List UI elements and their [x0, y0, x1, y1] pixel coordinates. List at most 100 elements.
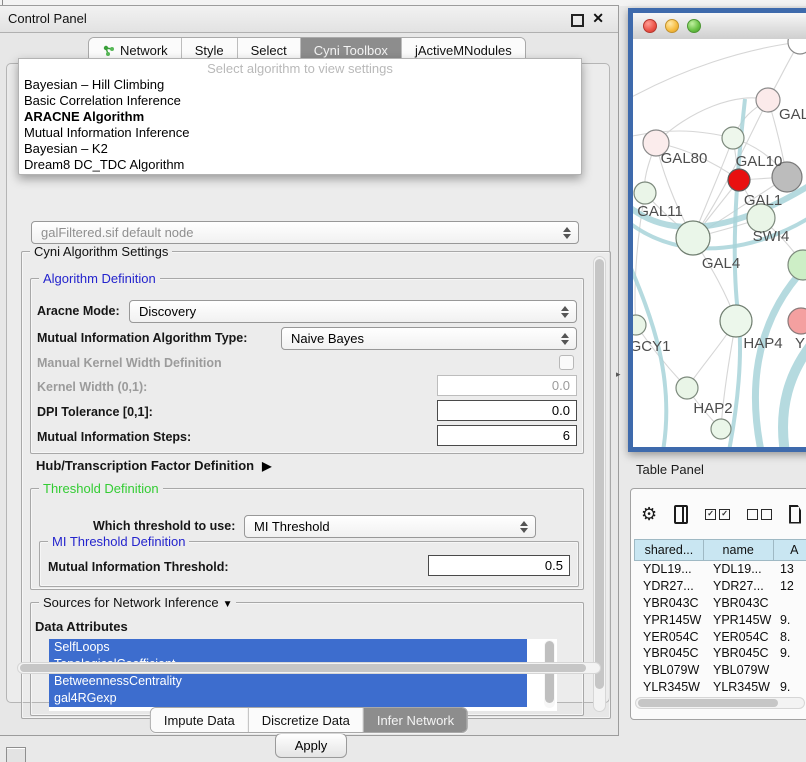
scrollbar-thumb[interactable]: [638, 699, 778, 707]
dropdown-item[interactable]: Bayesian – K2: [19, 141, 581, 157]
checked-pair-icon[interactable]: ✓✓: [705, 509, 730, 520]
dpi-tolerance-label: DPI Tolerance [0,1]:: [37, 405, 153, 419]
dropdown-item[interactable]: Mutual Information Inference: [19, 125, 581, 141]
node-label: HAP2: [693, 400, 732, 417]
mi-threshold-field[interactable]: 0.5: [428, 555, 570, 576]
network-canvas[interactable]: GALGAL80GAL10GAL1GAL11GAL4SWI4GCY1HAP4YH…: [633, 39, 806, 447]
node-label: SWI4: [753, 228, 790, 245]
dropdown-item[interactable]: Bayesian – Hill Climbing: [19, 77, 581, 93]
list-scrollbar[interactable]: [544, 640, 555, 708]
tab-label: Infer Network: [377, 713, 454, 728]
table-panel-window: ⚙ ✓✓ shared...nameA YDL19...YDL19...13YD…: [630, 488, 806, 720]
tab-impute-data[interactable]: Impute Data: [151, 708, 248, 732]
settings-group-title: Cyni Algorithm Settings: [30, 244, 172, 259]
apply-button[interactable]: Apply: [275, 733, 347, 758]
dropdown-item[interactable]: Basic Correlation Inference: [19, 93, 581, 109]
which-threshold-combobox[interactable]: MI Threshold: [244, 515, 536, 538]
file-icon[interactable]: [789, 505, 801, 524]
dropdown-placeholder: Select algorithm to view settings: [19, 59, 581, 77]
float-window-icon[interactable]: [571, 14, 584, 27]
attribute-item[interactable]: BetweennessCentrality: [49, 673, 527, 690]
sources-title-text: Sources for Network Inference: [43, 595, 219, 610]
tab-infer-network[interactable]: Infer Network: [363, 708, 467, 732]
aracne-mode-label: Aracne Mode:: [37, 304, 120, 318]
minimize-traffic-light[interactable]: [665, 19, 679, 33]
tab-label: Discretize Data: [262, 713, 350, 728]
hub-definition-toggle[interactable]: Hub/Transcription Factor Definition▶: [36, 458, 271, 473]
column-header[interactable]: shared...: [634, 539, 704, 561]
attribute-item[interactable]: gal4RGexp: [49, 690, 527, 707]
column-header[interactable]: A: [774, 539, 806, 561]
chevron-right-icon: ▶: [262, 459, 271, 473]
node-label: HAP4: [743, 335, 782, 352]
dropdown-item[interactable]: Dream8 DC_TDC Algorithm: [19, 157, 581, 173]
table-header-row: shared...nameA: [634, 539, 806, 561]
sources-group-title[interactable]: Sources for Network Inference▼: [39, 595, 236, 610]
table-cell: YDL19...: [704, 562, 774, 576]
columns-icon[interactable]: [674, 505, 688, 524]
close-icon[interactable]: ✕: [592, 10, 604, 27]
table-row[interactable]: YLR345WYLR345W9.: [634, 679, 806, 696]
tab-label: Impute Data: [164, 713, 235, 728]
table-cell: 12: [774, 579, 806, 593]
table-row[interactable]: YDL19...YDL19...13: [634, 561, 806, 578]
scrollbar-thumb[interactable]: [20, 664, 586, 672]
table-row[interactable]: YBR045CYBR045C9.: [634, 645, 806, 662]
algorithm-definition-title: Algorithm Definition: [39, 271, 160, 286]
settings-horizontal-scrollbar[interactable]: [17, 662, 601, 674]
node-table: shared...nameA YDL19...YDL19...13YDR27..…: [634, 539, 806, 697]
column-header[interactable]: name: [704, 539, 774, 561]
tab-label: Cyni Toolbox: [314, 43, 388, 58]
node-label: GAL1: [744, 192, 782, 209]
unchecked-pair-icon[interactable]: [747, 509, 772, 520]
manual-kernel-checkbox[interactable]: [559, 355, 574, 370]
gear-icon[interactable]: ⚙: [641, 505, 657, 523]
node-label: GAL10: [736, 153, 783, 170]
chevron-updown-icon: [556, 333, 576, 345]
settings-vertical-scrollbar[interactable]: [593, 256, 606, 712]
attribute-item[interactable]: SelfLoops: [49, 639, 527, 656]
table-row[interactable]: YPR145WYPR145W9.: [634, 611, 806, 628]
mi-type-combobox[interactable]: Naive Bayes: [281, 327, 577, 350]
table-cell: YDR27...: [634, 579, 704, 593]
minimized-panel-icon[interactable]: [6, 747, 26, 762]
table-row[interactable]: YDR27...YDR27...12: [634, 578, 806, 595]
dropdown-item[interactable]: ARACNE Algorithm: [19, 109, 581, 125]
aracne-mode-value: Discovery: [139, 304, 556, 319]
table-cell: YBR043C: [704, 596, 774, 610]
mi-steps-field[interactable]: 6: [437, 425, 577, 446]
table-row[interactable]: YBR043CYBR043C: [634, 595, 806, 612]
aracne-mode-combobox[interactable]: Discovery: [129, 300, 577, 323]
cyni-algorithm-settings-group: Cyni Algorithm Settings Algorithm Defini…: [21, 251, 611, 719]
table-horizontal-scrollbar[interactable]: [635, 697, 805, 709]
splitter-collapse-arrow[interactable]: ▸: [616, 369, 621, 380]
control-panel-window: Control Panel ✕ NetworkStyleSelectCyni T…: [0, 5, 619, 736]
scrollbar-thumb[interactable]: [595, 259, 604, 689]
which-threshold-label: Which threshold to use:: [93, 519, 235, 533]
manual-kernel-label: Manual Kernel Width Definition: [37, 356, 222, 370]
chevron-updown-icon: [558, 227, 578, 239]
data-attributes-list[interactable]: SelfLoopsTopologicalCoefficientBetweenne…: [49, 639, 557, 711]
tab-discretize-data[interactable]: Discretize Data: [248, 708, 363, 732]
close-traffic-light[interactable]: [643, 19, 657, 33]
inference-algorithm-value: galFiltered.sif default node: [41, 225, 558, 240]
threshold-definition-group: Threshold Definition Which threshold to …: [30, 488, 584, 590]
tab-label: jActiveMNodules: [415, 43, 512, 58]
network-graph: GALGAL80GAL10GAL1GAL11GAL4SWI4GCY1HAP4YH…: [633, 39, 806, 447]
table-cell: YBR043C: [634, 596, 704, 610]
table-cell: YDR27...: [704, 579, 774, 593]
network-window-titlebar[interactable]: [633, 13, 806, 40]
which-threshold-value: MI Threshold: [254, 519, 515, 534]
network-view-window[interactable]: GALGAL80GAL10GAL1GAL11GAL4SWI4GCY1HAP4YH…: [628, 8, 806, 452]
mi-type-value: Naive Bayes: [291, 331, 556, 346]
kernel-width-field[interactable]: 0.0: [437, 375, 577, 396]
chevron-updown-icon: [515, 521, 535, 533]
table-row[interactable]: YER054CYER054C8.: [634, 628, 806, 645]
mi-threshold-definition-group: MI Threshold Definition Mutual Informati…: [39, 541, 579, 587]
table-row[interactable]: YBL079WYBL079W: [634, 662, 806, 679]
zoom-traffic-light[interactable]: [687, 19, 701, 33]
table-cell: YBL079W: [704, 663, 774, 677]
dpi-tolerance-field[interactable]: 0.0: [437, 400, 577, 421]
node-label: Y: [795, 335, 805, 352]
inference-algorithm-combobox[interactable]: galFiltered.sif default node: [31, 221, 579, 244]
